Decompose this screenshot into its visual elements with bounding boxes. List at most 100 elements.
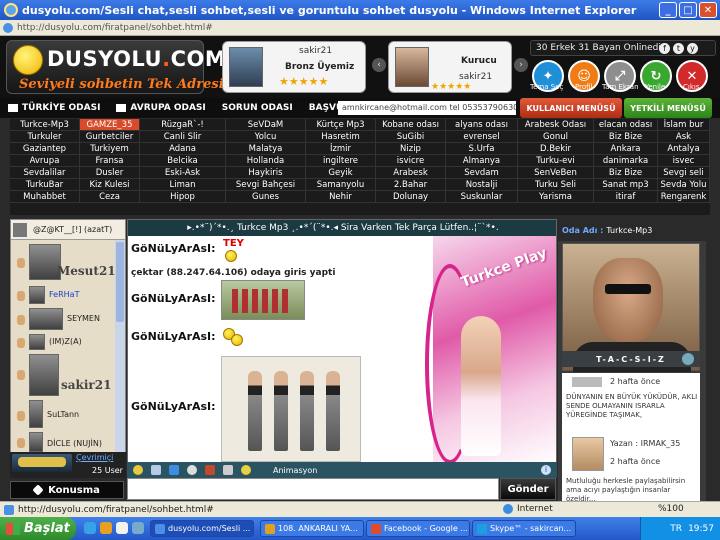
room-link[interactable]: Kiz Kulesi — [80, 179, 140, 191]
member-card-bronze[interactable]: sakir21 Bronz Üyemiz ★★★★★ — [222, 41, 366, 93]
room-link[interactable]: Yolcu — [226, 131, 306, 143]
quicklaunch-ie-icon[interactable] — [84, 522, 96, 534]
menu-avrupa-odasi[interactable]: AVRUPA ODASI — [108, 103, 213, 113]
room-link[interactable]: Arabesk Odası — [518, 119, 594, 131]
room-link[interactable]: Sevdam — [446, 167, 518, 179]
camera-icon[interactable] — [682, 353, 694, 365]
address-url[interactable]: http://dusyolu.com/firatpanel/sohbet.htm… — [17, 23, 213, 33]
room-link[interactable]: Nizip — [376, 143, 446, 155]
room-link[interactable]: elacan odası — [594, 119, 658, 131]
next-arrow-icon[interactable]: › — [514, 58, 528, 72]
room-link[interactable]: Turkce-Mp3 — [10, 119, 80, 131]
room-link[interactable]: Sanat mp3 — [594, 179, 658, 191]
room-link[interactable]: Antalya — [658, 143, 710, 155]
room-link[interactable]: evrensel — [446, 131, 518, 143]
menu-turkiye-odasi[interactable]: TÜRKİYE ODASI — [0, 103, 108, 113]
info-icon[interactable]: i — [541, 465, 551, 475]
room-link[interactable]: Ask — [658, 131, 710, 143]
user-item[interactable]: (IM)Z(A) — [11, 334, 117, 352]
animation-icon[interactable] — [241, 465, 251, 475]
room-link[interactable]: isvicre — [376, 155, 446, 167]
room-link[interactable]: Biz Bize — [594, 167, 658, 179]
animation-label[interactable]: Animasyon — [273, 466, 317, 475]
room-link[interactable]: Ceza — [80, 191, 140, 203]
room-link[interactable]: Almanya — [446, 155, 518, 167]
taskbar-task[interactable]: dusyolu.com/Sesli ... — [150, 520, 254, 537]
room-link[interactable]: Kobane odası — [376, 119, 446, 131]
taskbar-task[interactable]: Skype™ - sakircan... — [472, 520, 576, 537]
member-card-founder[interactable]: Kurucu sakir21 ★★★★★ — [388, 41, 512, 93]
font-icon[interactable] — [151, 465, 161, 475]
prev-arrow-icon[interactable]: ‹ — [372, 58, 386, 72]
room-link[interactable]: Rengarenk — [658, 191, 710, 203]
authorized-menu-button[interactable]: YETKİLİ MENÜSÜ — [624, 98, 712, 118]
room-link[interactable]: Gonul — [518, 131, 594, 143]
user-item[interactable]: SEYMEN — [11, 308, 117, 332]
zoom-level[interactable]: %100 — [658, 504, 684, 514]
start-button[interactable]: Başlat — [0, 517, 76, 540]
room-link[interactable]: Gaziantep — [10, 143, 80, 155]
room-link[interactable]: Hasretim — [306, 131, 376, 143]
room-link[interactable]: Arabesk — [376, 167, 446, 179]
room-link[interactable]: Adana — [140, 143, 226, 155]
taskbar-task[interactable]: 108. ANKARALI YA... — [260, 520, 364, 537]
user-item[interactable]: sakir21 — [11, 354, 117, 398]
quicklaunch-chrome-icon[interactable] — [100, 522, 112, 534]
taskbar-task[interactable]: Facebook - Google ... — [366, 520, 470, 537]
facebook-icon[interactable]: f — [659, 43, 670, 54]
room-link[interactable]: Fransa — [80, 155, 140, 167]
user-item[interactable]: SuLTann — [11, 400, 117, 430]
room-link[interactable]: Dolunay — [376, 191, 446, 203]
gift-icon[interactable] — [205, 465, 215, 475]
room-link[interactable]: Hipop — [140, 191, 226, 203]
room-link[interactable]: Ankara — [594, 143, 658, 155]
color-icon[interactable] — [169, 465, 179, 475]
room-link[interactable]: Samanyolu — [306, 179, 376, 191]
message-input[interactable] — [127, 478, 499, 500]
room-link[interactable]: Turku Seli — [518, 179, 594, 191]
eye-icon[interactable] — [187, 465, 197, 475]
room-link[interactable]: alyans odası — [446, 119, 518, 131]
user-item[interactable]: FeRHaT — [11, 286, 117, 306]
room-link[interactable]: Canli Slir — [140, 131, 226, 143]
room-link[interactable]: Sevgi seli — [658, 167, 710, 179]
talk-button[interactable]: Konusma — [10, 481, 124, 499]
quicklaunch-media-icon[interactable] — [132, 522, 144, 534]
room-link[interactable]: Belcika — [140, 155, 226, 167]
site-logo[interactable]: DUSYOLU.COM Seviyeli sohbetin Tek Adresi — [6, 40, 226, 94]
room-link[interactable]: RüzgaR`-! — [140, 119, 226, 131]
room-link[interactable]: Gunes — [226, 191, 306, 203]
room-link[interactable]: 2.Bahar — [376, 179, 446, 191]
room-link[interactable]: TurkuBar — [10, 179, 80, 191]
close-button[interactable]: ✕ — [699, 2, 717, 18]
room-link[interactable]: Malatya — [226, 143, 306, 155]
room-link[interactable]: GAMZE_35 — [80, 119, 140, 131]
room-link[interactable]: Haykiris — [226, 167, 306, 179]
room-link[interactable]: Turkuler — [10, 131, 80, 143]
room-link[interactable]: Geyik — [306, 167, 376, 179]
maximize-button[interactable]: □ — [679, 2, 697, 18]
scrollbar-thumb[interactable] — [116, 242, 124, 322]
emoji-icon[interactable] — [133, 465, 143, 475]
room-link[interactable]: danimarka — [594, 155, 658, 167]
room-link[interactable]: S.Urfa — [446, 143, 518, 155]
room-link[interactable]: Sevda Yolu — [658, 179, 710, 191]
online-link[interactable]: Çevrimiçi — [76, 453, 113, 462]
youtube-icon[interactable]: y — [687, 43, 698, 54]
room-link[interactable]: İzmir — [306, 143, 376, 155]
room-link[interactable]: Nehir — [306, 191, 376, 203]
language-indicator[interactable]: TR — [670, 524, 682, 534]
user-item[interactable]: Mesut21 — [11, 242, 117, 284]
room-link[interactable]: Avrupa — [10, 155, 80, 167]
room-link[interactable]: SuGibi — [376, 131, 446, 143]
minimize-button[interactable]: _ — [659, 2, 677, 18]
user-list-scrollbar[interactable] — [115, 240, 125, 458]
room-link[interactable]: Sevdalilar — [10, 167, 80, 179]
send-button[interactable]: Gönder — [500, 478, 556, 500]
room-link[interactable]: İslam bur — [658, 119, 710, 131]
room-link[interactable]: Suskunlar — [446, 191, 518, 203]
room-link[interactable]: itiraf — [594, 191, 658, 203]
room-link[interactable]: Hollanda — [226, 155, 306, 167]
room-link[interactable]: isvec — [658, 155, 710, 167]
room-link[interactable]: SenVeBen — [518, 167, 594, 179]
